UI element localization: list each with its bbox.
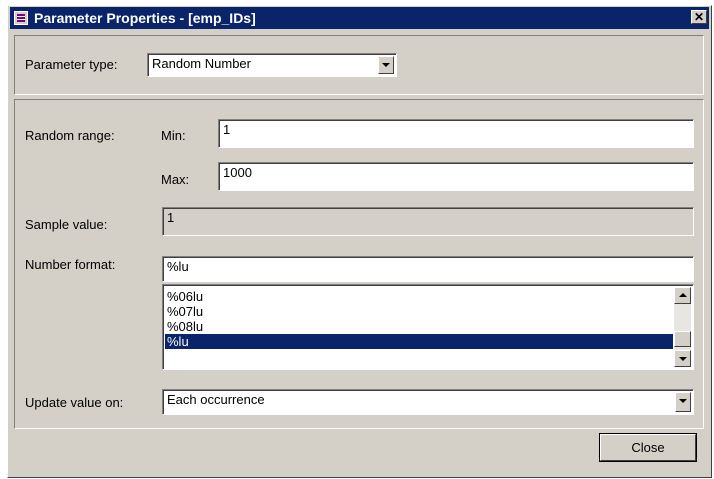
chevron-down-icon[interactable] [675, 392, 691, 412]
parameter-type-select[interactable]: Random Number [147, 53, 397, 77]
parameter-type-value: Random Number [152, 56, 251, 71]
number-format-label: Number format: [25, 257, 116, 272]
min-value: 1 [223, 122, 231, 137]
parameter-table-icon [14, 11, 28, 25]
sample-value-label: Sample value: [25, 217, 108, 232]
list-item[interactable]: %06lu [165, 289, 673, 304]
sample-value: 1 [167, 210, 175, 225]
update-value: Each occurrence [167, 392, 265, 407]
max-input[interactable]: 1000 [218, 162, 694, 191]
properties-group: Random range: Min: 1 Max: 1000 Sample va… [14, 99, 704, 429]
number-format-list[interactable]: %06lu %07lu %08lu %lu [162, 284, 694, 370]
chevron-down-icon[interactable] [378, 56, 394, 74]
parameter-type-group: Parameter type: Random Number [14, 35, 704, 95]
arrow-up-icon[interactable] [674, 287, 691, 304]
min-label: Min: [161, 128, 186, 143]
list-item-selected[interactable]: %lu [165, 334, 673, 349]
list-item[interactable]: %07lu [165, 304, 673, 319]
max-value: 1000 [223, 165, 252, 180]
close-window-button[interactable]: ✕ [691, 10, 707, 24]
sample-value-field: 1 [162, 207, 694, 236]
arrow-down-icon[interactable] [674, 350, 691, 367]
title-bar[interactable]: Parameter Properties - [emp_IDs] ✕ [10, 7, 709, 29]
close-button[interactable]: Close [600, 434, 696, 461]
number-format-value: %lu [167, 259, 189, 274]
list-scrollbar[interactable] [674, 287, 691, 367]
max-label: Max: [161, 172, 190, 187]
parameter-properties-dialog: Parameter Properties - [emp_IDs] ✕ Param… [7, 5, 712, 478]
parameter-type-label: Parameter type: [25, 57, 118, 72]
list-item[interactable]: %08lu [165, 319, 673, 334]
number-format-input[interactable]: %lu [162, 256, 694, 282]
update-value-select[interactable]: Each occurrence [162, 389, 694, 415]
min-input[interactable]: 1 [218, 119, 694, 148]
scroll-thumb[interactable] [674, 331, 691, 347]
window-title: Parameter Properties - [emp_IDs] [34, 10, 256, 26]
random-range-label: Random range: [25, 128, 115, 143]
update-value-label: Update value on: [25, 395, 124, 410]
